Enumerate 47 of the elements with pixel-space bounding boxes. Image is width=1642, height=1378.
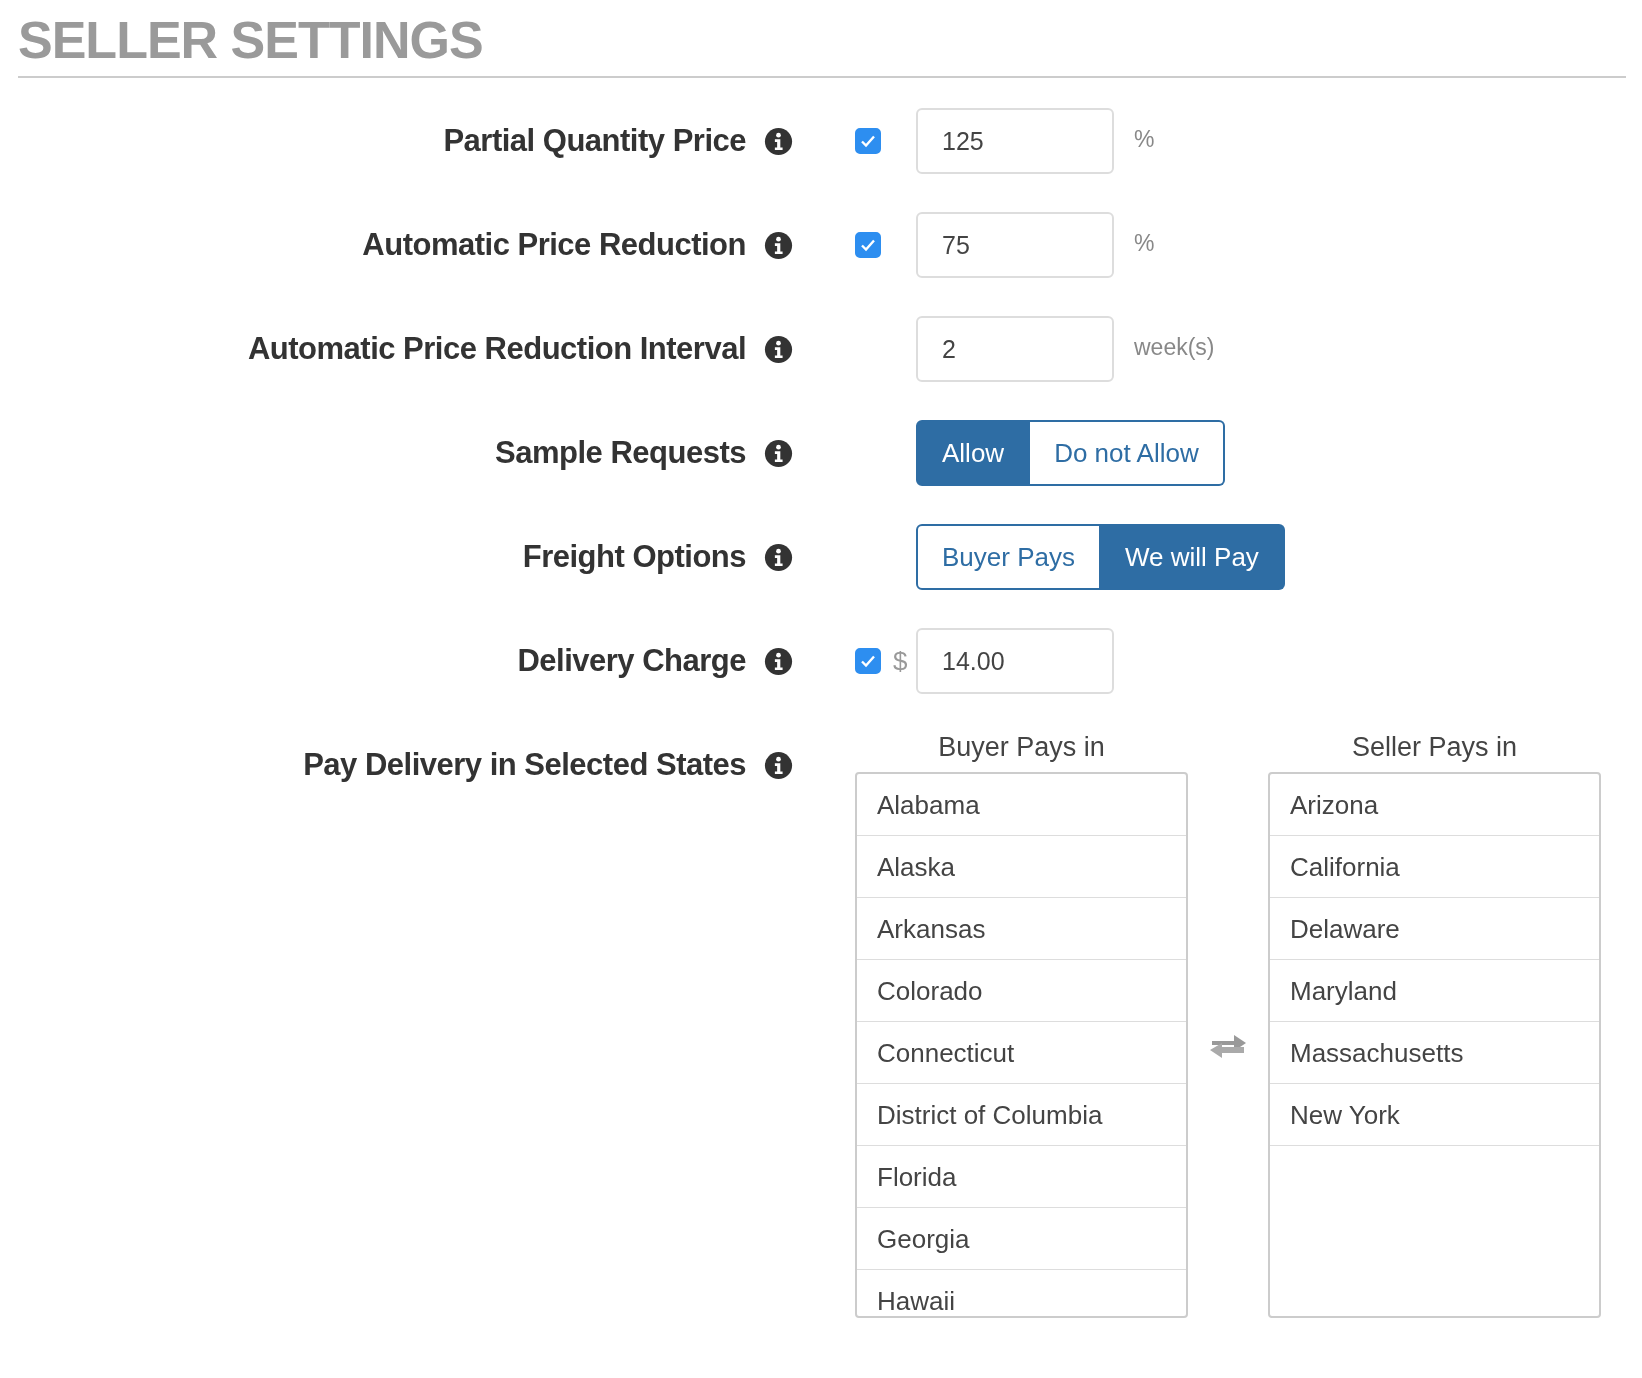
state-item[interactable]: Alaska xyxy=(857,836,1186,898)
setting-label: Pay Delivery in Selected States xyxy=(303,747,746,783)
checkbox[interactable] xyxy=(855,648,881,674)
state-item[interactable]: Connecticut xyxy=(857,1022,1186,1084)
unit-label: week(s) xyxy=(1134,334,1215,361)
info-icon[interactable] xyxy=(764,334,793,364)
state-item[interactable]: Maryland xyxy=(1270,960,1599,1022)
toggle-option[interactable]: Buyer Pays xyxy=(916,524,1101,590)
currency-symbol: $ xyxy=(893,645,908,677)
info-icon[interactable] xyxy=(764,126,793,156)
list-heading: Seller Pays in xyxy=(1350,732,1519,764)
state-item[interactable]: Alabama xyxy=(857,774,1186,836)
info-icon[interactable] xyxy=(764,646,793,676)
toggle-option[interactable]: We will Pay xyxy=(1100,524,1285,590)
info-icon[interactable] xyxy=(764,230,793,260)
setting-label: Automatic Price Reduction xyxy=(362,227,746,263)
setting-label: Automatic Price Reduction Interval xyxy=(247,331,746,367)
state-item[interactable]: Arkansas xyxy=(857,898,1186,960)
state-item[interactable]: Massachusetts xyxy=(1270,1022,1599,1084)
input-field[interactable]: 14.00 xyxy=(916,628,1114,694)
state-item[interactable]: Colorado xyxy=(857,960,1186,1022)
page-title: SELLER SETTINGS xyxy=(18,10,1626,78)
input-field[interactable]: 2 xyxy=(916,316,1114,382)
state-item[interactable]: Georgia xyxy=(857,1208,1186,1270)
info-icon[interactable] xyxy=(764,438,793,468)
unit-label: % xyxy=(1134,126,1155,153)
checkbox[interactable] xyxy=(855,128,881,154)
setting-label: Delivery Charge xyxy=(517,643,746,679)
state-item[interactable]: Delaware xyxy=(1270,898,1599,960)
setting-label: Partial Quantity Price xyxy=(443,123,746,159)
state-item[interactable]: California xyxy=(1270,836,1599,898)
state-item[interactable]: Arizona xyxy=(1270,774,1599,836)
setting-label: Sample Requests xyxy=(495,435,746,471)
toggle-option[interactable]: Do not Allow xyxy=(1030,420,1225,486)
info-icon[interactable] xyxy=(764,750,793,780)
list-heading: Buyer Pays in xyxy=(937,732,1106,764)
input-field[interactable]: 125 xyxy=(916,108,1114,174)
setting-label: Freight Options xyxy=(522,539,746,575)
state-item[interactable]: Florida xyxy=(857,1146,1186,1208)
unit-label: % xyxy=(1134,230,1155,257)
toggle-option[interactable]: Allow xyxy=(916,420,1031,486)
state-item[interactable]: Hawaii xyxy=(857,1270,1186,1316)
state-item[interactable]: New York xyxy=(1270,1084,1599,1146)
checkbox[interactable] xyxy=(855,232,881,258)
state-item[interactable]: District of Columbia xyxy=(857,1084,1186,1146)
input-field[interactable]: 75 xyxy=(916,212,1114,278)
info-icon[interactable] xyxy=(764,542,793,572)
